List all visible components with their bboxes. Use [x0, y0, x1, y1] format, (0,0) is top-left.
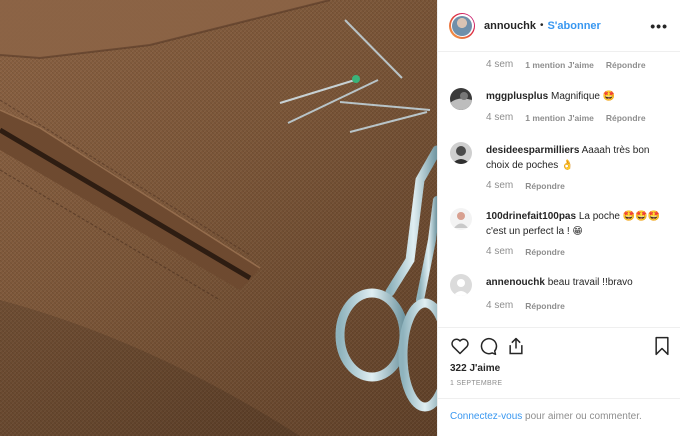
comment-time: 4 sem — [486, 112, 514, 123]
likes-count-link[interactable]: 1 mention J'aime — [525, 60, 594, 70]
owner-avatar[interactable] — [449, 12, 475, 39]
comment-meta: 4 sem Répondre — [486, 180, 577, 191]
post-date: 1 SEPTEMBRE — [450, 380, 503, 387]
fabric-image — [0, 0, 437, 436]
comment-text: beau travail !!bravo — [547, 277, 633, 288]
post-panel: annouchk • S'abonner ••• 4 sem 1 mention… — [437, 0, 680, 436]
likes-count-link[interactable]: 1 mention J'aime — [525, 113, 594, 123]
comment-body: mggplusplus Magnifique 🤩 — [486, 89, 671, 104]
comment-username[interactable]: desideesparmilliers — [486, 145, 579, 156]
reply-link[interactable]: Répondre — [525, 181, 565, 191]
comment-time: 4 sem — [486, 300, 514, 311]
share-icon[interactable] — [506, 336, 526, 356]
login-text: pour aimer ou commenter. — [522, 411, 642, 422]
reply-link[interactable]: Répondre — [525, 247, 565, 257]
previous-comment-meta: 4 sem 1 mention J'aime Répondre — [486, 59, 658, 70]
reply-link[interactable]: Répondre — [525, 301, 565, 311]
post-photo — [0, 0, 437, 436]
comment-text: Magnifique 🤩 — [551, 91, 616, 102]
comment-time: 4 sem — [486, 180, 514, 191]
follow-button[interactable]: S'abonner — [547, 20, 600, 32]
comment-meta: 4 sem Répondre — [486, 300, 577, 311]
owner-username[interactable]: annouchk — [484, 20, 536, 32]
commenter-avatar[interactable] — [450, 208, 472, 230]
login-prompt: Connectez-vous pour aimer ou commenter. — [438, 398, 680, 436]
comment-time: 4 sem — [486, 246, 514, 257]
login-link[interactable]: Connectez-vous — [450, 411, 522, 422]
comment-icon[interactable] — [478, 336, 498, 356]
commenter-avatar[interactable] — [450, 88, 472, 110]
comment-body: annenouchk beau travail !!bravo — [486, 275, 671, 290]
comment-username[interactable]: annenouchk — [486, 277, 545, 288]
more-options-icon[interactable]: ••• — [650, 18, 668, 34]
commenter-avatar[interactable] — [450, 274, 472, 296]
separator-dot: • — [539, 20, 544, 31]
comment-username[interactable]: mggplusplus — [486, 91, 548, 102]
comment-body: 100drinefait100pas La poche 🤩🤩🤩 c'est un… — [486, 209, 671, 239]
post-header: annouchk • S'abonner ••• — [438, 0, 680, 52]
comment-time: 4 sem — [486, 59, 514, 70]
comments-list[interactable]: 4 sem 1 mention J'aime Répondre mggplusp… — [438, 52, 680, 327]
heart-icon[interactable] — [450, 336, 470, 356]
post-actions: 322 J'aime 1 SEPTEMBRE Connectez-vous po… — [438, 327, 680, 436]
comment-meta: 4 sem Répondre — [486, 246, 577, 257]
comment-body: desideesparmilliers Aaaah très bon choix… — [486, 143, 671, 173]
reply-link[interactable]: Répondre — [606, 113, 646, 123]
bookmark-icon[interactable] — [652, 336, 672, 356]
comment-meta: 4 sem 1 mention J'aime Répondre — [486, 112, 658, 123]
commenter-avatar[interactable] — [450, 142, 472, 164]
comment-username[interactable]: 100drinefait100pas — [486, 211, 576, 222]
likes-count[interactable]: 322 J'aime — [450, 363, 500, 374]
reply-link[interactable]: Répondre — [606, 60, 646, 70]
action-icons — [450, 336, 672, 358]
